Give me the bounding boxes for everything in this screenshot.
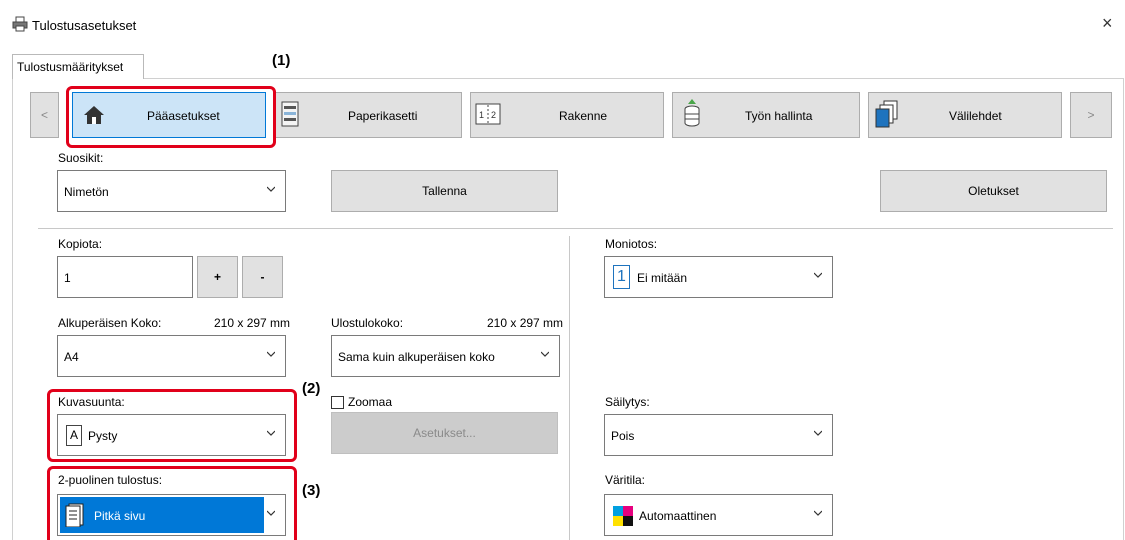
copies-input[interactable]: 1 [57,256,193,298]
paper-tray-icon [281,101,299,127]
save-button[interactable]: Tallenna [331,170,558,212]
output-size-dims: 210 x 297 mm [487,316,564,330]
nav-label: Välilehdet [949,109,1002,123]
title-bar: Tulostusasetukset × [0,0,1125,44]
highlight-duplex [47,466,297,540]
column-divider [569,236,570,540]
nav-tab-tab-pages[interactable]: Välilehdet [868,92,1062,138]
copies-decrement-button[interactable]: - [242,256,283,298]
favorites-label: Suosikit: [58,151,104,165]
original-size-value: A4 [64,350,79,364]
close-button[interactable]: × [1102,13,1113,34]
job-storage-icon [684,99,700,127]
chevron-down-icon [541,351,549,357]
favorites-select[interactable]: Nimetön [57,170,286,212]
printer-icon [12,16,28,32]
original-size-label: Alkuperäisen Koko: [58,316,162,330]
layout-icon: 1 2 [475,103,501,125]
color-mode-icon [613,506,633,526]
highlight-main-settings [66,86,276,148]
copies-label: Kopiota: [58,237,103,251]
svg-text:2: 2 [491,110,496,120]
callout-2: (2) [302,380,321,397]
nup-label: Moniotos: [605,237,658,251]
nav-label: Työn hallinta [745,109,813,123]
retention-select[interactable]: Pois [604,414,833,456]
output-size-select[interactable]: Sama kuin alkuperäisen koko [331,335,560,377]
callout-1: (1) [272,52,291,69]
original-size-dims: 210 x 297 mm [214,316,291,330]
window-title: Tulostusasetukset [32,18,137,33]
color-mode-value: Automaattinen [639,509,717,523]
nup-select[interactable]: 1 Ei mitään [604,256,833,298]
zoom-settings-button[interactable]: Asetukset... [331,412,558,454]
copies-value: 1 [64,271,71,285]
output-size-value: Sama kuin alkuperäisen koko [338,350,495,364]
retention-value: Pois [611,429,635,443]
section-divider [38,228,1113,229]
copies-increment-button[interactable]: + [197,256,238,298]
nav-tab-job-handling[interactable]: Työn hallinta [672,92,860,138]
callout-3: (3) [302,482,321,499]
nav-tab-paper-tray[interactable]: Paperikasetti [274,92,462,138]
zoom-label: Zoomaa [348,395,393,409]
chevron-down-icon [814,430,822,436]
chevron-down-icon [814,272,822,278]
nav-next-button[interactable]: > [1070,92,1112,138]
color-mode-select[interactable]: Automaattinen [604,494,833,536]
nav-tab-layout[interactable]: 1 2 Rakenne [470,92,664,138]
original-size-select[interactable]: A4 [57,335,286,377]
nav-prev-button[interactable]: < [30,92,59,138]
favorites-value: Nimetön [64,185,109,199]
nav-label: Rakenne [559,109,608,123]
chevron-down-icon [814,510,822,516]
nav-label: Paperikasetti [348,109,418,123]
highlight-orientation [47,389,297,462]
tab-print-settings[interactable]: Tulostusmääritykset [12,54,144,79]
retention-label: Säilytys: [605,395,650,409]
output-size-label: Ulostulokoko: [331,316,404,330]
chevron-down-icon [267,186,275,192]
nup-value: Ei mitään [637,271,688,285]
color-mode-label: Väritila: [605,473,646,487]
defaults-button[interactable]: Oletukset [880,170,1107,212]
tab-pages-icon [875,100,898,128]
zoom-checkbox[interactable] [331,396,344,409]
chevron-down-icon [267,351,275,357]
nup-one-icon: 1 [613,265,630,289]
svg-text:1: 1 [479,110,484,120]
